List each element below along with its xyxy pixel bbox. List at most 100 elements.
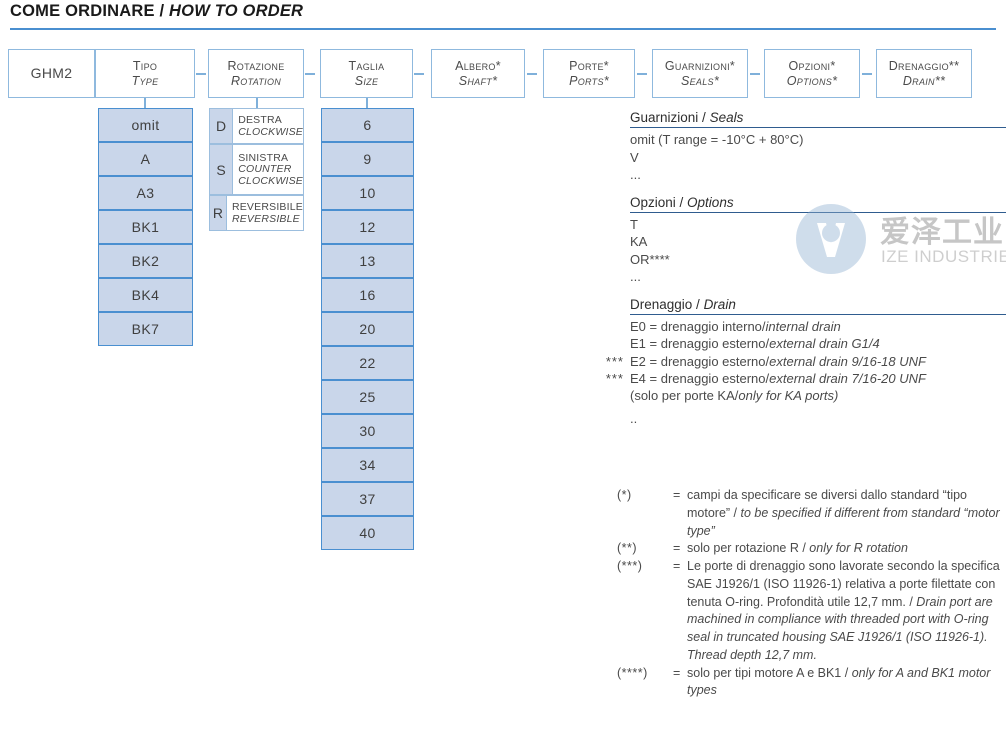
flow-box-shaft-label-en: Shaft* [458,73,498,88]
size-option-label: 16 [359,287,376,303]
flow-box-seals: Guarnizioni* Seals* [652,49,748,98]
rotation-option-code: R [210,196,227,230]
rotation-option-desc-en: REVERSIBLE [231,213,300,225]
footnote-text-en: only for R rotation [809,541,908,556]
size-option-label: 10 [359,185,376,201]
type-option-cell[interactable]: A [98,142,193,176]
type-option-cell[interactable]: BK2 [98,244,193,278]
flow-box-model-label: GHM2 [30,65,73,82]
options-line: ... [630,268,641,284]
size-option-label: 6 [363,117,372,133]
footnote-marker: (****) [617,665,648,680]
connector-dash-5 [637,73,647,75]
size-option-cell[interactable]: 20 [321,312,414,346]
drain-line-en: internal drain [765,319,841,335]
flow-box-type-label-en: Type [131,73,159,88]
footnote-marker: (**) [617,541,638,556]
drain-line: E0 = drenaggio interno/internal drain [630,318,1006,335]
rotation-option-row[interactable]: R REVERSIBILE REVERSIBLE [209,195,304,231]
drain-line: (solo per porte KA/only for KA ports) [630,387,1006,404]
size-option-cell[interactable]: 22 [321,346,414,380]
rotation-option-desc: DESTRA CLOCKWISE [233,109,303,143]
section-heading-options-en: Options [687,194,734,210]
flow-box-model: GHM2 [8,49,95,98]
flow-box-ports: Porte* Ports* [543,49,635,98]
size-option-cell[interactable]: 12 [321,210,414,244]
size-option-cell[interactable]: 6 [321,108,414,142]
footnote-text-it: solo per rotazione R [687,541,799,556]
section-heading-seals-en: Seals [709,110,744,125]
footnote-marker: (*) [617,488,632,502]
size-option-cell[interactable]: 40 [321,516,414,550]
stem-type [144,98,146,108]
stem-size [366,98,368,108]
footnote-text: solo per rotazione R / only for R rotati… [687,540,1006,558]
section-rule-drain [630,313,1006,316]
type-option-cell[interactable]: omit [98,108,193,142]
flow-box-rotation: Rotazione Rotation [208,49,304,98]
drain-line-en: external drain G1/4 [769,336,880,352]
section-heading-seals-sep: / [698,110,710,125]
footnote-marker: (***) [617,559,643,573]
footnote-equals: = [673,488,681,502]
type-option-cell[interactable]: A3 [98,176,193,210]
section-rule-options [630,211,1006,214]
flow-box-type-label-it: Tipo [132,58,158,73]
flow-box-size-label-it: Taglia [348,58,385,73]
flow-box-shaft: Albero* Shaft* [431,49,525,98]
flow-box-seals-label-it: Guarnizioni* [664,58,736,73]
type-option-cell[interactable]: BK1 [98,210,193,244]
connector-dash-2 [305,73,315,75]
size-option-label: 34 [359,457,376,473]
connector-dash-3 [414,73,424,75]
connector-dash-6 [750,73,760,75]
size-option-cell[interactable]: 30 [321,414,414,448]
section-heading-drain-sep: / [692,296,704,312]
type-option-cell[interactable]: BK4 [98,278,193,312]
size-option-cell[interactable]: 9 [321,142,414,176]
flow-box-options-label-en: Options* [786,73,838,88]
options-line: OR**** [630,251,670,267]
drain-line-it: E1 = drenaggio esterno/ [630,336,770,352]
rotation-option-row[interactable]: S SINISTRA COUNTER CLOCKWISE [209,144,304,195]
footnote-row: (****) = solo per tipi motore A e BK1 / … [617,665,1006,701]
rotation-option-desc-en: CLOCKWISE [238,126,303,138]
footnote-text-sep: / [730,505,741,520]
flow-box-options-label-it: Opzioni* [788,58,836,73]
rotation-option-desc-it: DESTRA [238,113,282,126]
section-heading-seals: Guarnizioni / Seals [630,110,1006,127]
rotation-option-desc: REVERSIBILE REVERSIBLE [227,196,303,230]
type-option-label: omit [131,117,160,133]
footnote-equals: = [673,541,681,556]
size-option-cell[interactable]: 10 [321,176,414,210]
flow-box-type: Tipo Type [95,49,195,98]
stem-rotation [256,98,258,108]
type-option-label: BK2 [131,253,160,269]
drain-line-it: E0 = drenaggio interno/ [630,319,766,335]
size-option-cell[interactable]: 34 [321,448,414,482]
size-option-label: 9 [363,151,372,167]
drain-line: *** E2 = drenaggio esterno/external drain… [606,353,1006,370]
size-option-cell[interactable]: 37 [321,482,414,516]
size-option-cell[interactable]: 16 [321,278,414,312]
size-option-label: 12 [359,219,376,235]
type-option-cell[interactable]: BK7 [98,312,193,346]
flow-box-drain-label-it: Drenaggio** [888,58,960,73]
size-option-cell[interactable]: 25 [321,380,414,414]
connector-dash-1 [196,73,206,75]
section-heading-options-it: Opzioni [630,194,676,210]
drain-footnote-marker: *** [605,370,624,386]
options-line: KA [630,234,648,250]
rotation-option-code: S [210,145,234,194]
drain-line: *** E4 = drenaggio esterno/external drain… [606,370,1006,387]
rotation-option-row[interactable]: D DESTRA CLOCKWISE [209,108,304,144]
specification-text-column: Guarnizioni / Seals omit (T range = -10°… [606,110,1006,427]
size-option-cell[interactable]: 13 [321,244,414,278]
footnote-text: campi da specificare se diversi dallo st… [687,487,1006,540]
connector-dash-4 [527,73,537,75]
flow-box-options: Opzioni* Options* [764,49,860,98]
footnote-equals: = [673,665,681,680]
size-option-label: 22 [359,355,376,371]
flow-box-ports-label-en: Ports* [569,73,609,88]
section-heading-options-sep: / [675,194,688,210]
